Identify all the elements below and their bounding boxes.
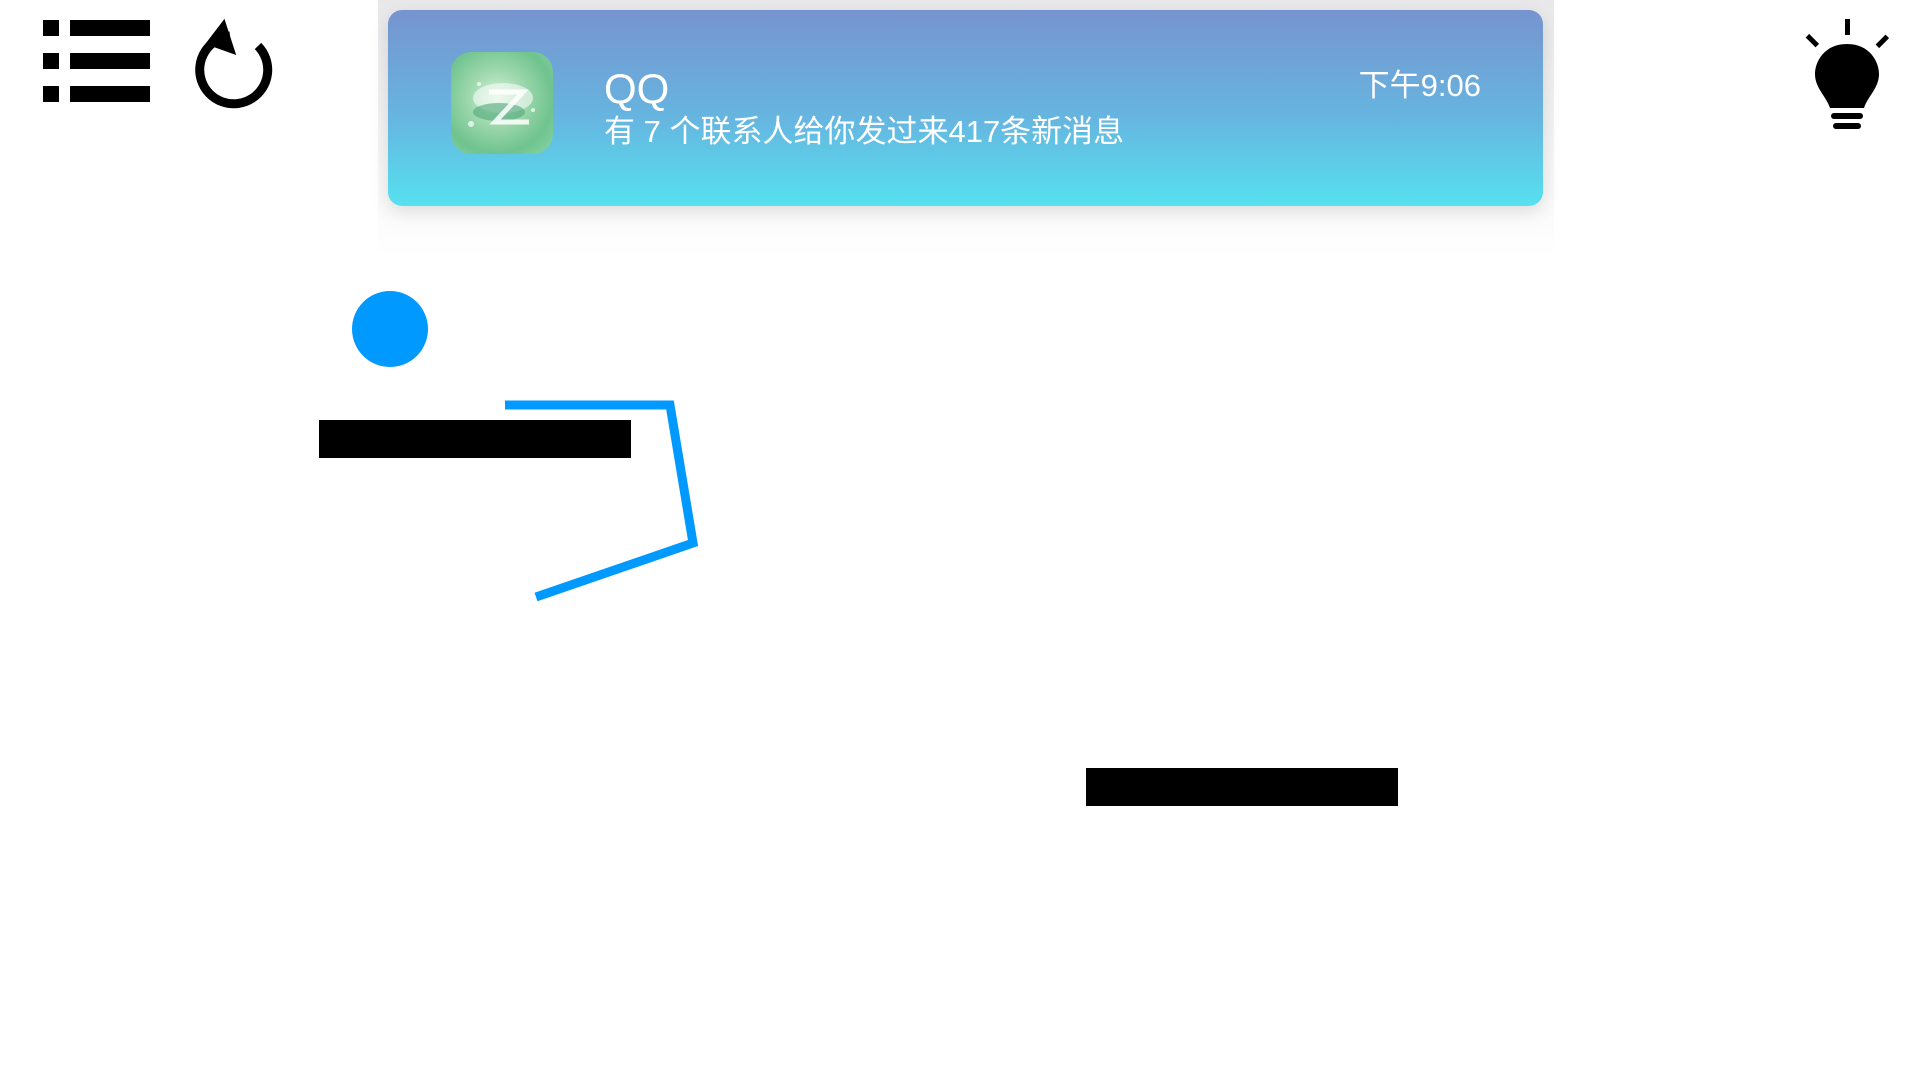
game-stage[interactable]: QQ 下午9:06 有 7 个联系人给你发过来417条新消息	[0, 0, 1920, 1080]
notification-time: 下午9:06	[1358, 68, 1481, 103]
hint-button[interactable]	[1800, 14, 1895, 134]
lightbulb-icon	[1805, 19, 1890, 129]
qq-app-icon	[451, 52, 553, 154]
menu-button[interactable]	[40, 15, 155, 107]
restart-button[interactable]	[188, 14, 280, 110]
notification-banner[interactable]: QQ 下午9:06 有 7 个联系人给你发过来417条新消息	[388, 10, 1543, 206]
restart-arrow-icon	[195, 18, 273, 109]
platform-upper-left	[319, 420, 631, 458]
platform-lower-right	[1086, 768, 1398, 806]
ball	[352, 291, 428, 367]
notification-app-name: QQ	[604, 65, 670, 112]
list-menu-icon	[43, 20, 150, 102]
notification-message: 有 7 个联系人给你发过来417条新消息	[604, 114, 1125, 149]
